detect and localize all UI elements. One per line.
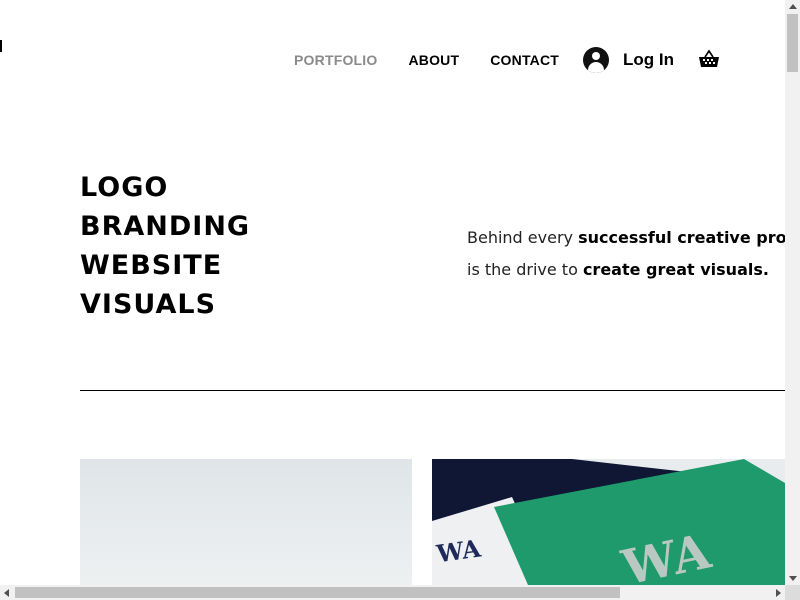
scroll-right-arrow-icon[interactable] <box>776 589 781 597</box>
scroll-up-arrow-icon[interactable] <box>789 4 797 9</box>
site-logo[interactable] <box>0 40 2 52</box>
nav-contact[interactable]: CONTACT <box>490 52 559 68</box>
scroll-left-arrow-icon[interactable] <box>4 589 9 597</box>
scrollbar-corner <box>785 585 800 600</box>
hero-title: LOGO BRANDING WEBSITE VISUALS <box>80 168 250 324</box>
nav-portfolio[interactable]: PORTFOLIO <box>294 52 377 68</box>
nav-about[interactable]: ABOUT <box>408 52 459 68</box>
portfolio-tile-2[interactable]: WA WA <box>432 459 785 585</box>
main-nav: PORTFOLIO ABOUT CONTACT <box>294 52 590 68</box>
tagline-plain-2: is the drive to <box>467 260 583 279</box>
page: PORTFOLIO ABOUT CONTACT Log In LOGO BRAN… <box>0 0 785 585</box>
hero-title-line-website: WEBSITE <box>80 250 223 281</box>
portfolio-tile-1[interactable] <box>80 459 412 585</box>
user-avatar-icon <box>583 47 609 73</box>
section-divider <box>80 390 785 391</box>
vertical-scroll-thumb[interactable] <box>787 14 798 72</box>
vertical-scrollbar[interactable] <box>785 0 800 585</box>
horizontal-scrollbar[interactable] <box>0 585 785 600</box>
shopping-basket-icon[interactable] <box>698 49 720 69</box>
horizontal-scroll-thumb[interactable] <box>15 587 620 598</box>
tagline-bold-2: create great visuals. <box>582 260 769 279</box>
hero-title-line-branding: BRANDING <box>80 211 251 242</box>
tagline-plain-1: Behind every <box>467 228 579 247</box>
hero-title-line-logo: LOGO <box>80 172 169 203</box>
login-button[interactable]: Log In <box>583 47 674 73</box>
login-label: Log In <box>623 50 674 69</box>
hero-title-line-visuals: VISUALS <box>80 289 217 320</box>
branding-mockup-image: WA WA <box>432 459 785 585</box>
tagline-bold-1: successful creative pro <box>578 228 785 247</box>
scroll-down-arrow-icon[interactable] <box>789 576 797 581</box>
hero-tagline: Behind every successful creative pro is … <box>467 222 785 286</box>
